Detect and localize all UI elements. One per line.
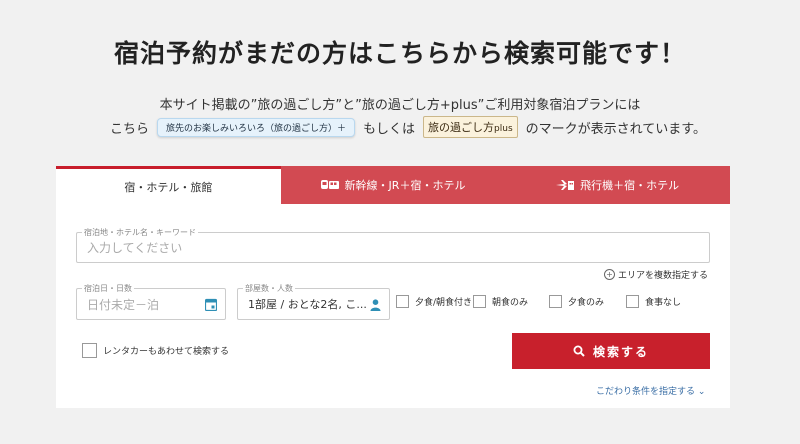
checkbox[interactable] <box>82 343 97 358</box>
meal-label: 夕食/朝食付き <box>415 298 473 308</box>
checkbox[interactable] <box>626 295 639 308</box>
search-panel: 宿・ホテル・旅館 新幹線・JR＋宿・ホテル 飛行機＋宿・ホテル 入力してください <box>56 166 731 408</box>
tab-plane-hotel-label: 飛行機＋宿・ホテル <box>580 179 680 192</box>
detailed-conditions-link[interactable]: こだわり条件を指定する ⌄ <box>596 384 705 397</box>
meal-label: 食事なし <box>645 298 682 308</box>
plane-hotel-icon <box>556 180 575 190</box>
desc-suffix: のマークが表示されています。 <box>525 121 706 137</box>
search-button-label: 検索する <box>592 344 649 359</box>
person-icon <box>370 299 381 311</box>
search-button[interactable]: 検索する <box>512 333 710 369</box>
checkbox[interactable] <box>473 295 486 308</box>
badge2-main-text: 旅の過ごし方 <box>428 121 495 134</box>
train-bus-icon <box>320 180 339 189</box>
page-heading: 宿泊予約がまだの方はこちらから検索可能です！ <box>113 39 686 68</box>
badge2-plus-text: plus <box>494 124 513 134</box>
tab-plane-hotel[interactable]: 飛行機＋宿・ホテル <box>505 166 731 204</box>
meal-option-dinner[interactable]: 夕食のみ <box>549 295 604 308</box>
rooms-label: 部屋数・人数 <box>243 283 295 294</box>
search-tabs: 宿・ホテル・旅館 新幹線・JR＋宿・ホテル 飛行機＋宿・ホテル <box>56 166 731 204</box>
area-link-label: エリアを複数指定する <box>618 271 709 281</box>
tabi-sugoshikata-plus-badge: 旅の過ごし方plus <box>423 116 518 138</box>
tab-train-hotel-label: 新幹線・JR＋宿・ホテル <box>344 179 466 192</box>
desc-middle: もしくは <box>363 121 416 137</box>
meal-label: 朝食のみ <box>492 298 529 308</box>
checkbox[interactable] <box>549 295 562 308</box>
checkbox[interactable] <box>396 295 409 308</box>
rental-car-option[interactable]: レンタカーもあわせて検索する <box>82 343 229 358</box>
calendar-icon <box>205 298 217 311</box>
meal-label: 夕食のみ <box>568 298 605 308</box>
area-multiple-link[interactable]: + エリアを複数指定する <box>604 268 708 281</box>
keyword-label: 宿泊地・ホテル名・キーワード <box>82 227 198 238</box>
date-value: 日付未定－泊 <box>87 297 160 312</box>
plus-circle-icon: + <box>604 269 615 280</box>
meal-option-none[interactable]: 食事なし <box>626 295 681 308</box>
rental-car-label: レンタカーもあわせて検索する <box>103 347 230 357</box>
tab-hotel[interactable]: 宿・ホテル・旅館 <box>56 166 281 204</box>
meal-option-breakfast[interactable]: 朝食のみ <box>473 295 528 308</box>
date-label: 宿泊日・日数 <box>82 283 134 294</box>
description-line-2: こちら 旅先のお楽しみいろいろ（旅の過ごし方）＋ もしくは 旅の過ごし方plus… <box>110 116 706 138</box>
tabi-sugoshikata-badge: 旅先のお楽しみいろいろ（旅の過ごし方）＋ <box>157 117 356 137</box>
tab-train-hotel[interactable]: 新幹線・JR＋宿・ホテル <box>280 166 506 204</box>
rooms-value: 1部屋 / おとな2名, こ... <box>248 298 367 311</box>
desc-prefix: こちら <box>110 121 150 137</box>
keyword-placeholder: 入力してください <box>87 241 183 255</box>
description-line-1: 本サイト掲載の”旅の過ごし方”と”旅の過ごし方+plus”ご利用対象宿泊プランに… <box>159 98 641 113</box>
tab-hotel-label: 宿・ホテル・旅館 <box>124 180 213 194</box>
meal-option-dinner-breakfast[interactable]: 夕食/朝食付き <box>396 295 472 308</box>
search-icon <box>573 345 585 357</box>
